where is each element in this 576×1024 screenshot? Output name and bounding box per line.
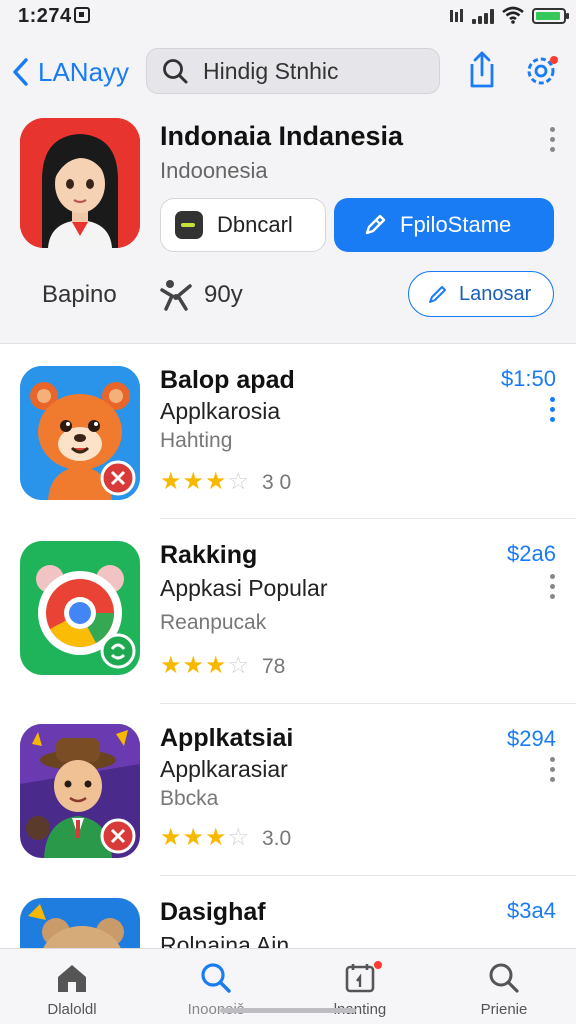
- primary-action-label: FpiloStame: [400, 212, 512, 237]
- secondary-action-button[interactable]: Lanosar: [408, 271, 554, 317]
- primary-action-button[interactable]: FpiloStame: [334, 198, 554, 252]
- featured-app-icon[interactable]: [20, 118, 140, 248]
- avatar-illustration: [20, 118, 140, 248]
- app-name: Dasighaf: [160, 898, 266, 926]
- star-rating: ★★★☆: [160, 652, 251, 679]
- list-item[interactable]: Dasighaf Rolnaina Ain $3a4: [0, 876, 576, 948]
- app-icon: [20, 724, 140, 858]
- back-label: LANayy: [38, 56, 130, 87]
- featured-meta-left: Bapino: [42, 281, 117, 308]
- app-price[interactable]: $2a6: [507, 541, 556, 567]
- featured-app-title: Indonaia Indanesia: [160, 121, 404, 151]
- search-icon: [201, 963, 231, 993]
- edit-icon: [365, 214, 386, 235]
- home-icon: [58, 965, 86, 992]
- notification-dot: [374, 961, 382, 969]
- battery-icon: [532, 8, 569, 24]
- search-icon: [163, 59, 188, 84]
- app-category: Applkarosia: [160, 398, 281, 424]
- rating-value: 3.0: [262, 827, 292, 850]
- search-icon: [489, 963, 519, 993]
- signal-strength-icon: [450, 9, 463, 22]
- list-item[interactable]: Applkatsiai Applkarasiar Bbcka ★★★☆ 3.0 …: [0, 704, 576, 876]
- tab-label: Dlaloldl: [47, 1001, 97, 1018]
- app-developer: Hahting: [160, 429, 233, 452]
- more-options-icon[interactable]: [540, 124, 564, 156]
- app-price[interactable]: $294: [507, 726, 556, 752]
- download-button[interactable]: Dbncarl: [160, 198, 326, 252]
- app-category: Rolnaina Ain: [160, 932, 290, 948]
- app-icon: [20, 541, 140, 675]
- secondary-action-label: Lanosar: [459, 282, 532, 305]
- app-name: Applkatsiai: [160, 724, 294, 752]
- search-input[interactable]: Hindig Stnhic: [146, 48, 440, 94]
- featured-meta-right: 90y: [204, 281, 243, 308]
- download-icon: [175, 211, 203, 239]
- app-developer: Reanpucak: [160, 611, 267, 634]
- download-label: Dbncarl: [217, 212, 293, 237]
- status-time: 1:274: [18, 5, 72, 27]
- app-name: Balop apad: [160, 366, 295, 394]
- more-options-icon[interactable]: [545, 571, 559, 601]
- app-icon: [20, 898, 140, 948]
- settings-button[interactable]: [522, 52, 560, 90]
- app-icon: [20, 366, 140, 500]
- rating-value: 78: [262, 655, 286, 678]
- app-price[interactable]: $1:50: [501, 366, 556, 392]
- more-options-icon[interactable]: [545, 394, 559, 424]
- cellular-icon: [472, 8, 498, 24]
- calendar-icon: [345, 964, 375, 993]
- back-button[interactable]: LANayy: [10, 52, 129, 92]
- chevron-left-icon: [13, 58, 28, 86]
- star-rating: ★★★☆: [160, 824, 251, 851]
- notification-dot: [550, 56, 558, 64]
- tab-profile[interactable]: Prienie: [432, 949, 576, 1024]
- home-indicator: [220, 1008, 356, 1013]
- search-placeholder: Hindig Stnhic: [203, 57, 339, 84]
- wifi-icon: [502, 6, 524, 24]
- app-category: Appkasi Popular: [160, 575, 328, 601]
- app-name: Rakking: [160, 541, 258, 569]
- more-options-icon[interactable]: [545, 754, 559, 784]
- app-price[interactable]: $3a4: [507, 898, 556, 924]
- notification-icon: [74, 7, 90, 23]
- star-rating: ★★★☆: [160, 468, 251, 495]
- share-icon[interactable]: [466, 50, 498, 90]
- rating-value: 3 0: [262, 471, 292, 494]
- edit-icon: [429, 286, 446, 303]
- featured-app-subtitle: Indoonesia: [160, 158, 268, 183]
- people-icon: [160, 280, 192, 311]
- app-developer: Bbcka: [160, 787, 219, 810]
- tab-label: Prienie: [480, 1001, 528, 1018]
- list-item[interactable]: Balop apad Applkarosia Hahting ★★★☆ 3 0 …: [0, 344, 576, 519]
- list-item[interactable]: Rakking Appkasi Popular Reanpucak ★★★☆ 7…: [0, 519, 576, 704]
- tab-home[interactable]: Dlaloldl: [0, 949, 144, 1024]
- app-category: Applkarasiar: [160, 756, 288, 782]
- status-bar: 1:274: [0, 0, 576, 32]
